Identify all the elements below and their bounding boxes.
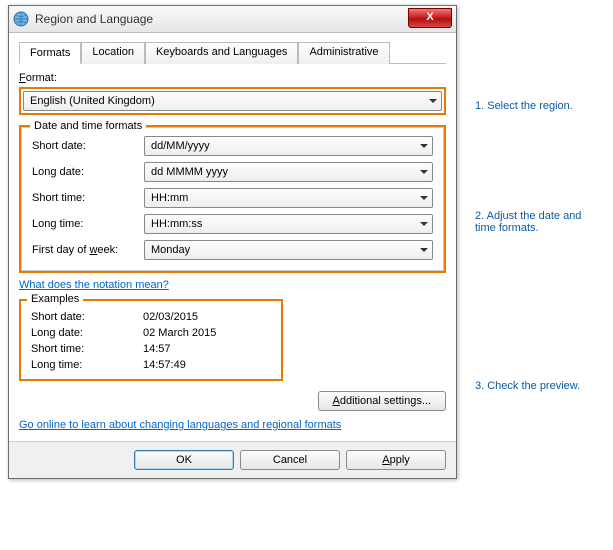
chevron-down-icon: [420, 196, 428, 200]
cancel-button[interactable]: Cancel: [240, 450, 340, 470]
tab-keyboards[interactable]: Keyboards and Languages: [145, 42, 299, 64]
first-day-dropdown[interactable]: Monday: [144, 240, 433, 260]
tab-administrative[interactable]: Administrative: [298, 42, 389, 64]
ex-long-time-label: Long time:: [31, 359, 143, 371]
short-date-dropdown[interactable]: dd/MM/yyyy: [144, 136, 433, 156]
tab-location[interactable]: Location: [81, 42, 145, 64]
datetime-fieldset: Date and time formats Short date: dd/MM/…: [21, 127, 444, 271]
online-link[interactable]: Go online to learn about changing langua…: [19, 419, 341, 431]
chevron-down-icon: [429, 99, 437, 103]
datetime-legend: Date and time formats: [30, 120, 146, 132]
annotation-2: 2. Adjust the date and time formats.: [475, 210, 595, 234]
long-date-dropdown[interactable]: dd MMMM yyyy: [144, 162, 433, 182]
ex-short-date-label: Short date:: [31, 311, 143, 323]
short-time-label: Short time:: [32, 192, 144, 204]
ok-button[interactable]: OK: [134, 450, 234, 470]
examples-legend: Examples: [27, 293, 83, 305]
region-language-dialog: Region and Language X Formats Location K…: [8, 5, 457, 479]
content-area: Formats Location Keyboards and Languages…: [9, 33, 456, 441]
long-time-dropdown[interactable]: HH:mm:ss: [144, 214, 433, 234]
ex-long-time-value: 14:57:49: [143, 359, 186, 371]
ex-short-time-value: 14:57: [143, 343, 171, 355]
format-value: English (United Kingdom): [30, 95, 155, 107]
close-button[interactable]: X: [408, 8, 452, 28]
datetime-highlight: Date and time formats Short date: dd/MM/…: [19, 125, 446, 273]
short-time-dropdown[interactable]: HH:mm: [144, 188, 433, 208]
notation-link[interactable]: What does the notation mean?: [19, 279, 169, 291]
additional-settings-button[interactable]: Additional settings...: [318, 391, 446, 411]
ex-short-date-value: 02/03/2015: [143, 311, 198, 323]
apply-button[interactable]: Apply: [346, 450, 446, 470]
tab-formats[interactable]: Formats: [19, 42, 81, 64]
ex-short-time-label: Short time:: [31, 343, 143, 355]
format-dropdown[interactable]: English (United Kingdom): [23, 91, 442, 111]
close-icon: X: [426, 11, 433, 23]
chevron-down-icon: [420, 144, 428, 148]
annotation-3: 3. Check the preview.: [475, 380, 595, 392]
ex-long-date-label: Long date:: [31, 327, 143, 339]
tab-bar: Formats Location Keyboards and Languages…: [19, 41, 446, 64]
short-date-label: Short date:: [32, 140, 144, 152]
annotation-1: 1. Select the region.: [475, 100, 595, 112]
chevron-down-icon: [420, 170, 428, 174]
long-date-label: Long date:: [32, 166, 144, 178]
window-title: Region and Language: [35, 12, 153, 26]
chevron-down-icon: [420, 248, 428, 252]
format-highlight: English (United Kingdom): [19, 87, 446, 115]
chevron-down-icon: [420, 222, 428, 226]
globe-icon: [13, 11, 29, 27]
long-time-label: Long time:: [32, 218, 144, 230]
titlebar: Region and Language X: [9, 6, 456, 33]
dialog-footer: OK Cancel Apply: [9, 441, 456, 478]
first-day-label: First day of week:: [32, 244, 144, 256]
ex-long-date-value: 02 March 2015: [143, 327, 216, 339]
format-label: Format:: [19, 72, 446, 84]
examples-fieldset: Examples Short date: 02/03/2015 Long dat…: [19, 299, 283, 381]
